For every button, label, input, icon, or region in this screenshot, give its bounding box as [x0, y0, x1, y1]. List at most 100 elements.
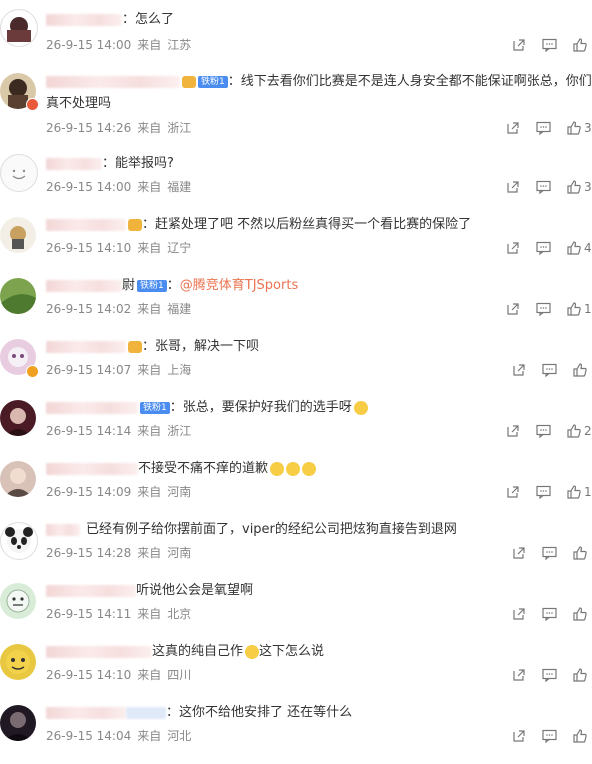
like-button[interactable]: 4 — [567, 241, 592, 255]
timestamp: 26-9-15 14:28 — [46, 546, 132, 560]
comment-text: ：这你不给他安排了 还在等什么 — [166, 705, 353, 720]
username-blurred[interactable] — [46, 157, 102, 170]
comment-icon — [542, 729, 557, 743]
comment-button[interactable] — [536, 485, 551, 499]
username-blurred[interactable] — [46, 523, 80, 536]
comment-icon — [536, 241, 551, 255]
username-blurred[interactable] — [46, 584, 136, 597]
like-count: 4 — [584, 241, 592, 255]
like-button[interactable] — [573, 729, 592, 743]
mention-link[interactable]: @腾竞体育TJSports — [180, 278, 298, 293]
comment-text-after: 这下怎么说 — [259, 644, 325, 659]
username-blurred[interactable] — [46, 462, 138, 475]
verified-badge-icon — [26, 98, 39, 111]
share-button[interactable] — [512, 546, 526, 560]
username-blurred[interactable] — [46, 279, 122, 292]
like-count: 3 — [584, 180, 592, 194]
timestamp: 26-9-15 14:07 — [46, 363, 132, 377]
comment-icon — [536, 302, 551, 316]
source-label: 来自 — [137, 607, 162, 621]
share-button[interactable] — [506, 241, 520, 255]
share-icon — [513, 364, 525, 376]
source-label: 来自 — [137, 485, 162, 499]
comment-button[interactable] — [542, 363, 557, 377]
comment-button[interactable] — [536, 302, 551, 316]
like-button[interactable] — [573, 546, 592, 560]
share-button[interactable] — [506, 485, 520, 499]
like-count: 1 — [584, 485, 592, 499]
like-button[interactable] — [573, 668, 592, 682]
share-icon — [507, 242, 519, 254]
avatar[interactable] — [0, 461, 36, 497]
comment-item: 这真的纯自己作 这下怎么说 26-9-15 14:10 来自 四川 — [0, 638, 592, 694]
comment-item: 听说他公会是氧望啊 26-9-15 14:11 来自 北京 — [0, 577, 592, 633]
comment-text: 听说他公会是氧望啊 — [136, 583, 254, 598]
like-button[interactable] — [573, 607, 592, 621]
username-blurred[interactable] — [46, 218, 126, 231]
like-button[interactable] — [573, 363, 592, 377]
share-button[interactable] — [512, 607, 526, 621]
source-label: 来自 — [137, 729, 162, 743]
share-icon — [513, 730, 525, 742]
like-button[interactable] — [573, 38, 592, 52]
location: 辽宁 — [167, 241, 192, 255]
like-button[interactable]: 1 — [567, 302, 592, 316]
comment-icon — [536, 424, 551, 438]
like-button[interactable]: 1 — [567, 485, 592, 499]
avatar[interactable] — [0, 522, 38, 560]
comment-button[interactable] — [536, 121, 551, 135]
source-label: 来自 — [137, 668, 162, 682]
avatar[interactable] — [0, 583, 36, 619]
username-blurred[interactable] — [46, 75, 180, 88]
comment-icon — [542, 607, 557, 621]
like-button[interactable]: 2 — [567, 424, 592, 438]
avatar[interactable] — [0, 154, 38, 192]
share-button[interactable] — [512, 363, 526, 377]
comment-button[interactable] — [536, 424, 551, 438]
username-blurred[interactable] — [46, 706, 126, 719]
source-label: 来自 — [137, 363, 162, 377]
share-button[interactable] — [506, 302, 520, 316]
comment-button[interactable] — [536, 180, 551, 194]
share-button[interactable] — [512, 729, 526, 743]
username-blurred[interactable] — [46, 340, 126, 353]
smile-emoji-icon — [270, 461, 285, 476]
comment-button[interactable] — [542, 38, 557, 52]
avatar[interactable] — [0, 278, 36, 314]
share-button[interactable] — [506, 121, 520, 135]
comment-button[interactable] — [542, 668, 557, 682]
thumbs-up-icon — [573, 38, 587, 52]
username-tail[interactable]: 尉 — [122, 278, 135, 293]
avatar[interactable] — [0, 217, 36, 253]
avatar[interactable] — [0, 705, 36, 741]
like-button[interactable]: 3 — [567, 180, 592, 194]
username-blurred[interactable] — [46, 401, 138, 414]
timestamp: 26-9-15 14:09 — [46, 485, 132, 499]
share-button[interactable] — [506, 424, 520, 438]
comment-button[interactable] — [542, 546, 557, 560]
timestamp: 26-9-15 14:00 — [46, 180, 132, 194]
username-blurred[interactable] — [46, 645, 152, 658]
like-button[interactable]: 3 — [567, 121, 592, 135]
share-icon — [507, 425, 519, 437]
avatar[interactable] — [0, 644, 36, 680]
crown-icon — [128, 218, 142, 231]
comment-item: ：赶紧处理了吧 不然以后粉丝真得买一个看比赛的保险了 26-9-15 14:10… — [0, 211, 592, 267]
share-button[interactable] — [506, 180, 520, 194]
share-button[interactable] — [512, 38, 526, 52]
comment-button[interactable] — [542, 729, 557, 743]
avatar[interactable] — [0, 400, 36, 436]
comment-item: 已经有例子给你摆前面了，viper的经纪公司把炫狗直接告到退网 26-9-15 … — [0, 516, 592, 572]
timestamp: 26-9-15 14:04 — [46, 729, 132, 743]
comment-text: ： — [166, 278, 180, 293]
comment-button[interactable] — [542, 607, 557, 621]
share-icon — [513, 547, 525, 559]
like-count: 3 — [584, 121, 592, 135]
location: 浙江 — [167, 121, 192, 135]
fan-badge: 铁粉1 — [137, 279, 167, 292]
comment-button[interactable] — [536, 241, 551, 255]
thumbs-up-icon — [567, 241, 581, 255]
avatar[interactable] — [0, 9, 38, 47]
share-button[interactable] — [512, 668, 526, 682]
username-blurred[interactable] — [46, 13, 122, 26]
